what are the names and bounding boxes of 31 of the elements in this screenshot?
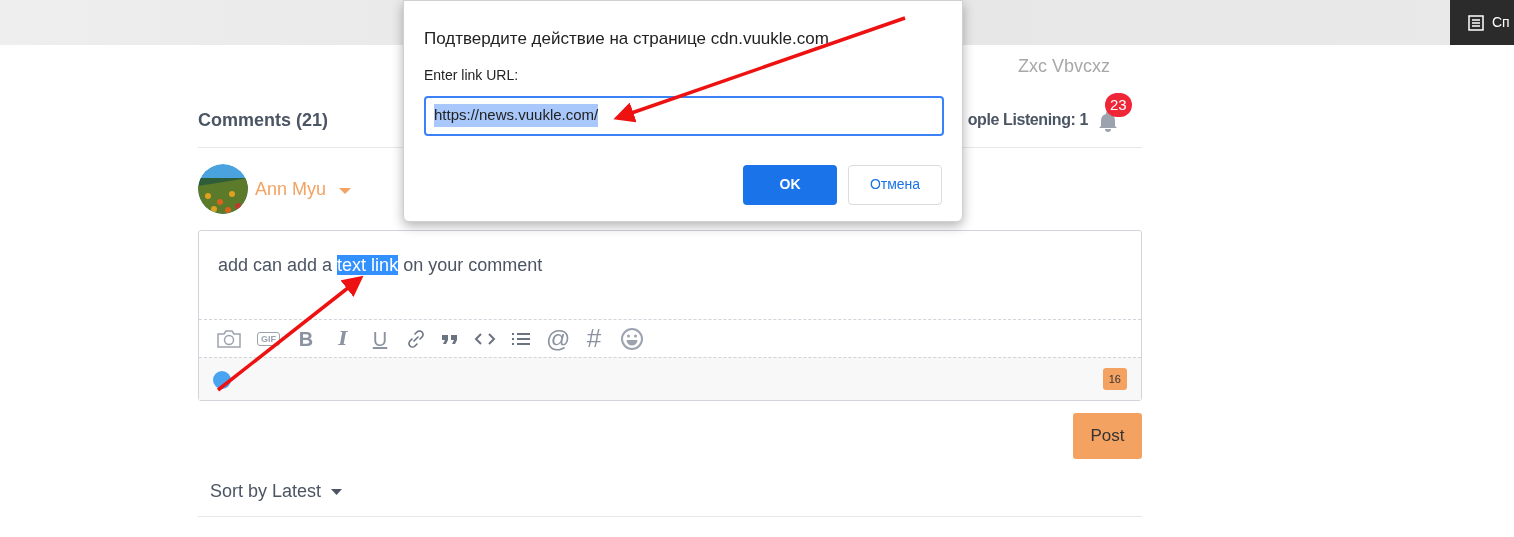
reading-list-icon[interactable] [1468, 14, 1484, 31]
bookmark-label[interactable]: Сп [1492, 12, 1510, 33]
dialog-title: Подтвердите действие на странице cdn.vuukle.com [424, 28, 830, 50]
italic-button[interactable]: I [332, 324, 354, 353]
post-button[interactable]: Post [1073, 413, 1142, 459]
hashtag-button[interactable]: # [583, 319, 605, 358]
ok-button[interactable]: OK [743, 164, 837, 205]
selected-text: text link [337, 255, 399, 275]
underline-button[interactable]: U [369, 323, 391, 354]
list-icon[interactable] [511, 331, 531, 346]
caret-icon[interactable] [331, 488, 343, 495]
listening-count: ople Listening: 1 [967, 110, 1088, 130]
comment-text: on your comment [402, 255, 543, 275]
sort-dropdown[interactable]: Sort by Latest [210, 478, 322, 505]
mention-button[interactable]: @ [546, 320, 568, 357]
cancel-button[interactable]: Отмена [848, 164, 942, 205]
bold-button[interactable]: B [295, 323, 317, 354]
gif-button[interactable]: GIF [257, 331, 280, 346]
notification-badge: 23 [1105, 93, 1132, 117]
user-name[interactable]: Ann Myu [255, 175, 327, 203]
tab-label[interactable]: Zxc Vbvcxz [1018, 53, 1110, 80]
character-count: 16 [1102, 367, 1127, 391]
emoji-icon[interactable] [620, 326, 644, 351]
comments-title: Comments (21) [198, 108, 329, 132]
url-field[interactable]: https://news.vuukle.com/ [424, 95, 944, 136]
code-icon[interactable] [474, 331, 496, 346]
comment-editor[interactable]: add can add a text link on your comment GIF B I U @ # 16 [198, 230, 1142, 401]
field-label: Enter link URL: [424, 65, 520, 85]
comment-text: add can add a [218, 255, 334, 275]
link-icon[interactable] [406, 328, 426, 349]
camera-icon[interactable] [216, 328, 242, 349]
